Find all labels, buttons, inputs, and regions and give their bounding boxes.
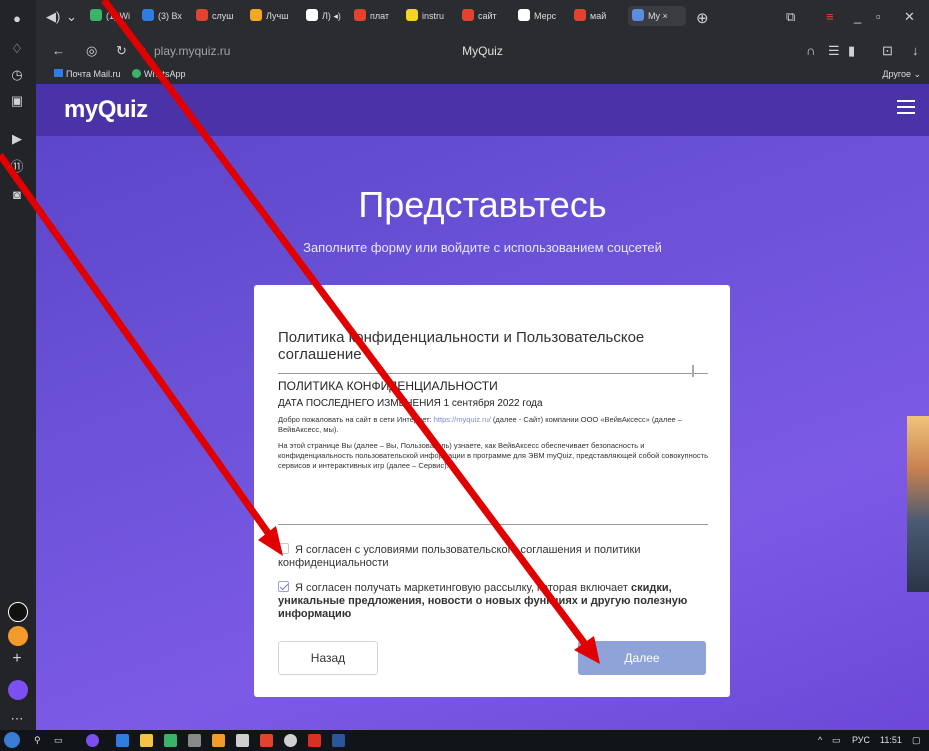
tab-favicon-icon [406, 9, 418, 21]
terms-consent-row[interactable]: Я согласен с условиями пользовательского… [278, 543, 708, 570]
tray-chevron-icon[interactable]: ^ [818, 735, 822, 745]
taskbar-app-icon[interactable] [164, 734, 177, 747]
marketing-checkbox[interactable] [278, 581, 289, 592]
marketing-consent-row[interactable]: Я согласен получать маркетинговую рассыл… [278, 581, 708, 621]
camera-icon[interactable]: ◙ [8, 186, 26, 204]
tab-bar: ◀) ⌄ (1) Wi (3) Вх слуш Лучш Л) ◂) плат … [36, 0, 929, 36]
collections-icon[interactable]: ▣ [8, 92, 26, 110]
tab-item[interactable]: Мерс [518, 9, 570, 29]
profile-icon[interactable]: ● [8, 10, 26, 28]
tab-item[interactable]: (1) Wi [90, 9, 138, 29]
browser-sidebar: ● ♢ ◷ ▣ ▶ ⑪ ◙ + ⋯ [0, 0, 36, 730]
player-icon[interactable]: ▶ [8, 130, 26, 148]
hamburger-menu-icon[interactable] [897, 100, 915, 114]
start-icon[interactable] [4, 732, 20, 748]
more-icon[interactable]: ⋯ [8, 710, 26, 728]
taskbar-app-icon[interactable] [284, 734, 297, 747]
tab-item[interactable]: Лучш [250, 9, 302, 29]
terms-consent-label: Я согласен с условиями пользовательского… [278, 544, 641, 569]
new-tab-icon[interactable]: ⊕ [696, 9, 709, 27]
menu-icon[interactable]: ≡ [826, 9, 834, 24]
reader-icon[interactable]: ☰ [828, 43, 840, 59]
chevron-down-icon[interactable]: ⌄ [66, 9, 77, 25]
tab-item[interactable]: слуш [196, 9, 246, 29]
tab-active[interactable]: My × [628, 6, 686, 26]
plus-icon[interactable]: + [8, 650, 26, 668]
page-heading: Представьтесь [358, 184, 607, 225]
site-header: myQuiz [36, 84, 929, 136]
bookmark-mail[interactable]: Почта Mail.ru [54, 69, 121, 79]
taskbar-app-icon[interactable] [188, 734, 201, 747]
tab-favicon-icon [354, 9, 366, 21]
tab-favicon-icon [142, 9, 154, 21]
bell-icon[interactable]: ♢ [8, 40, 26, 58]
tab-favicon-icon [518, 9, 530, 21]
os-taskbar: ⚲ ▭ ^ ▭ РУС 11:51 ▢ [0, 730, 929, 751]
policy-scroll-box[interactable]: ПОЛИТИКА КОНФИДЕНЦИАЛЬНОСТИ ДАТА ПОСЛЕДН… [278, 365, 708, 525]
clock[interactable]: 11:51 [880, 735, 902, 745]
word-icon[interactable] [332, 734, 345, 747]
policy-paragraph: Добро пожаловать на сайт в сети Интернет… [278, 415, 682, 434]
tab-favicon-icon [632, 9, 644, 21]
tab-item[interactable]: Л) ◂) [306, 9, 350, 29]
page-title: MyQuiz [462, 44, 503, 58]
audio-icon[interactable]: ◀) [46, 9, 60, 25]
tab-item[interactable]: май [574, 9, 624, 29]
back-button[interactable]: Назад [278, 641, 378, 675]
pdf-icon[interactable] [308, 734, 321, 747]
taskbar-app-icon[interactable] [86, 734, 99, 747]
download-icon[interactable]: ↓ [912, 43, 919, 58]
side-decoration-image [907, 416, 929, 592]
tab-item[interactable]: плат [354, 9, 402, 29]
policy-heading: ПОЛИТИКА КОНФИДЕНЦИАЛЬНОСТИ [278, 379, 498, 393]
bookmark-other[interactable]: Другое ⌄ [882, 69, 921, 80]
assistant-icon[interactable] [8, 602, 28, 622]
restore-icon[interactable]: ▫ [876, 9, 881, 24]
network-icon[interactable]: ▭ [832, 735, 841, 746]
policy-paragraph: На этой странице Вы (далее – Вы, Пользов… [278, 441, 708, 470]
copy-icon[interactable]: ⧉ [786, 9, 795, 25]
site-logo[interactable]: myQuiz [64, 96, 148, 124]
policy-link[interactable]: https://myquiz.ru/ [434, 415, 491, 424]
mail-icon [54, 69, 63, 77]
zen-icon[interactable] [8, 626, 28, 646]
language-indicator[interactable]: РУС [852, 735, 870, 745]
taskbar-app-icon[interactable] [212, 734, 225, 747]
headphones-icon[interactable]: ∩ [806, 43, 815, 58]
tab-item[interactable]: (3) Вх [142, 9, 190, 29]
tab-favicon-icon [196, 9, 208, 21]
close-icon[interactable]: ✕ [904, 9, 915, 25]
scrollbar-thumb[interactable] [692, 365, 694, 377]
badge-icon[interactable]: ⑪ [8, 158, 26, 176]
registration-card: Политика конфиденциальности и Пользовате… [254, 285, 730, 697]
bookmark-icon[interactable]: ▮ [848, 43, 855, 59]
notifications-icon[interactable]: ▢ [912, 735, 921, 746]
messenger-icon[interactable] [8, 680, 28, 700]
next-button[interactable]: Далее [578, 641, 706, 675]
tab-item[interactable]: instru [406, 9, 458, 29]
tab-favicon-icon [250, 9, 262, 21]
tab-favicon-icon [574, 9, 586, 21]
extensions-icon[interactable]: ⊡ [882, 43, 893, 59]
yandex-icon[interactable] [260, 734, 273, 747]
terms-checkbox[interactable] [278, 543, 289, 554]
task-view-icon[interactable]: ▭ [54, 735, 63, 746]
calculator-icon[interactable] [236, 734, 249, 747]
history-icon[interactable]: ◷ [8, 66, 26, 84]
web-page: myQuiz Представьтесь Заполните форму или… [36, 84, 929, 730]
address-bar: ← ◎ ↻ 🔒︎ play.myquiz.ru MyQuiz ∩ ☰ ▮ ⊡ ↓ [36, 36, 929, 66]
tab-favicon-icon [306, 9, 318, 21]
page-subheading: Заполните форму или войдите с использова… [303, 240, 662, 255]
bookmark-whatsapp[interactable]: WhatsApp [132, 69, 186, 79]
tab-favicon-icon [90, 9, 102, 21]
bookmarks-bar: Почта Mail.ru WhatsApp Другое ⌄ [36, 66, 929, 84]
taskbar-app-icon[interactable] [116, 734, 129, 747]
tab-item[interactable]: сайт [462, 9, 514, 29]
minimize-icon[interactable]: _ [854, 9, 861, 24]
search-icon[interactable]: ⚲ [34, 735, 41, 746]
tab-favicon-icon [462, 9, 474, 21]
folder-icon[interactable] [140, 734, 153, 747]
whatsapp-icon [132, 69, 141, 78]
policy-date: ДАТА ПОСЛЕДНЕГО ИЗМЕНЕНИЯ 1 сентября 202… [278, 398, 543, 409]
